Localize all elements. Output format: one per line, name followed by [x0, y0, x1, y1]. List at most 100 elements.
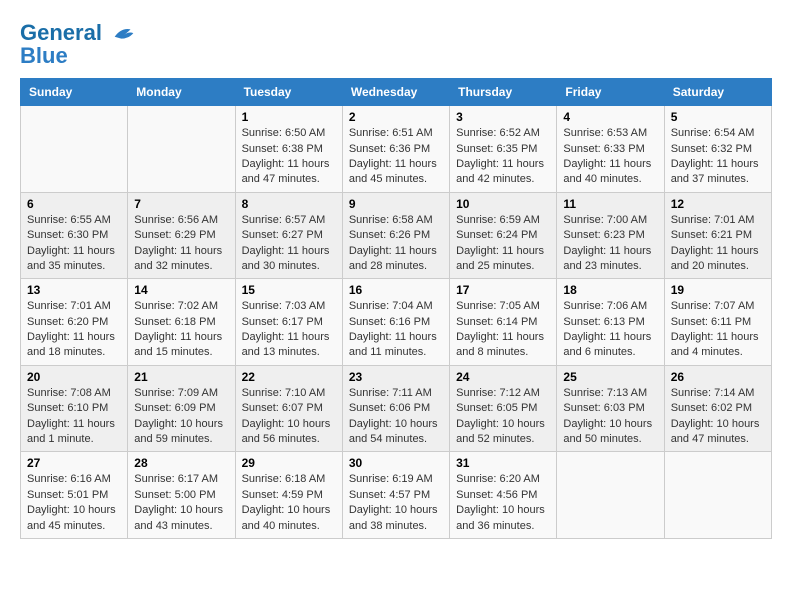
day-info: Sunrise: 7:14 AM Sunset: 6:02 PM Dayligh… [671, 386, 765, 448]
calendar-cell: 11 Sunrise: 7:00 AM Sunset: 6:23 PM Dayli… [557, 192, 664, 279]
column-header-sunday: Sunday [21, 79, 128, 106]
logo-bird-icon [110, 20, 138, 48]
calendar-cell: 18 Sunrise: 7:06 AM Sunset: 6:13 PM Dayli… [557, 279, 664, 366]
day-info: Sunrise: 7:12 AM Sunset: 6:05 PM Dayligh… [456, 386, 550, 448]
column-header-monday: Monday [128, 79, 235, 106]
day-info: Sunrise: 7:13 AM Sunset: 6:03 PM Dayligh… [563, 386, 657, 448]
calendar-week-2: 6 Sunrise: 6:55 AM Sunset: 6:30 PM Daylig… [21, 192, 772, 279]
day-info: Sunrise: 7:07 AM Sunset: 6:11 PM Dayligh… [671, 299, 765, 361]
calendar-week-5: 27Sunrise: 6:16 AM Sunset: 5:01 PM Dayli… [21, 452, 772, 539]
calendar-header-row: SundayMondayTuesdayWednesdayThursdayFrid… [21, 79, 772, 106]
day-info: Sunrise: 7:03 AM Sunset: 6:17 PM Dayligh… [242, 299, 336, 361]
day-info: Sunrise: 6:56 AM Sunset: 6:29 PM Dayligh… [134, 213, 228, 275]
calendar-cell [664, 452, 771, 539]
day-info: Sunrise: 7:01 AM Sunset: 6:20 PM Dayligh… [27, 299, 121, 361]
day-number: 27 [27, 456, 121, 470]
calendar-cell: 2 Sunrise: 6:51 AM Sunset: 6:36 PM Daylig… [342, 106, 449, 193]
day-info: Sunrise: 6:51 AM Sunset: 6:36 PM Dayligh… [349, 126, 443, 188]
calendar-cell: 13 Sunrise: 7:01 AM Sunset: 6:20 PM Dayli… [21, 279, 128, 366]
logo-general: General [20, 20, 102, 45]
logo-blue: Blue [20, 43, 68, 68]
day-number: 22 [242, 370, 336, 384]
calendar-cell: 5 Sunrise: 6:54 AM Sunset: 6:32 PM Daylig… [664, 106, 771, 193]
day-number: 2 [349, 110, 443, 124]
calendar-cell: 9 Sunrise: 6:58 AM Sunset: 6:26 PM Daylig… [342, 192, 449, 279]
calendar-cell: 10 Sunrise: 6:59 AM Sunset: 6:24 PM Dayli… [450, 192, 557, 279]
calendar-cell: 15Sunrise: 7:03 AM Sunset: 6:17 PM Dayli… [235, 279, 342, 366]
day-info: Sunrise: 6:50 AM Sunset: 6:38 PM Dayligh… [242, 126, 336, 188]
calendar-cell: 26Sunrise: 7:14 AM Sunset: 6:02 PM Dayli… [664, 365, 771, 452]
calendar-cell: 29 Sunrise: 6:18 AM Sunset: 4:59 PM Dayli… [235, 452, 342, 539]
column-header-thursday: Thursday [450, 79, 557, 106]
day-info: Sunrise: 6:58 AM Sunset: 6:26 PM Dayligh… [349, 213, 443, 275]
day-number: 25 [563, 370, 657, 384]
calendar-cell: 23 Sunrise: 7:11 AM Sunset: 6:06 PM Dayli… [342, 365, 449, 452]
calendar-cell: 8 Sunrise: 6:57 AM Sunset: 6:27 PM Daylig… [235, 192, 342, 279]
calendar-cell: 7 Sunrise: 6:56 AM Sunset: 6:29 PM Daylig… [128, 192, 235, 279]
calendar-cell: 17Sunrise: 7:05 AM Sunset: 6:14 PM Dayli… [450, 279, 557, 366]
day-info: Sunrise: 6:54 AM Sunset: 6:32 PM Dayligh… [671, 126, 765, 188]
calendar-cell: 25 Sunrise: 7:13 AM Sunset: 6:03 PM Dayli… [557, 365, 664, 452]
calendar-cell: 3 Sunrise: 6:52 AM Sunset: 6:35 PM Daylig… [450, 106, 557, 193]
day-number: 4 [563, 110, 657, 124]
calendar-cell: 30 Sunrise: 6:19 AM Sunset: 4:57 PM Dayli… [342, 452, 449, 539]
day-number: 21 [134, 370, 228, 384]
day-number: 5 [671, 110, 765, 124]
day-number: 16 [349, 283, 443, 297]
calendar-week-4: 20Sunrise: 7:08 AM Sunset: 6:10 PM Dayli… [21, 365, 772, 452]
calendar-cell: 4 Sunrise: 6:53 AM Sunset: 6:33 PM Daylig… [557, 106, 664, 193]
day-number: 7 [134, 197, 228, 211]
calendar-cell: 28Sunrise: 6:17 AM Sunset: 5:00 PM Dayli… [128, 452, 235, 539]
day-number: 19 [671, 283, 765, 297]
day-info: Sunrise: 7:10 AM Sunset: 6:07 PM Dayligh… [242, 386, 336, 448]
calendar-cell: 1 Sunrise: 6:50 AM Sunset: 6:38 PM Daylig… [235, 106, 342, 193]
day-info: Sunrise: 7:00 AM Sunset: 6:23 PM Dayligh… [563, 213, 657, 275]
day-info: Sunrise: 6:19 AM Sunset: 4:57 PM Dayligh… [349, 472, 443, 534]
day-info: Sunrise: 6:55 AM Sunset: 6:30 PM Dayligh… [27, 213, 121, 275]
day-number: 8 [242, 197, 336, 211]
calendar-week-3: 13 Sunrise: 7:01 AM Sunset: 6:20 PM Dayli… [21, 279, 772, 366]
day-number: 18 [563, 283, 657, 297]
calendar-cell: 6 Sunrise: 6:55 AM Sunset: 6:30 PM Daylig… [21, 192, 128, 279]
day-number: 29 [242, 456, 336, 470]
day-number: 13 [27, 283, 121, 297]
column-header-wednesday: Wednesday [342, 79, 449, 106]
calendar-cell: 16Sunrise: 7:04 AM Sunset: 6:16 PM Dayli… [342, 279, 449, 366]
calendar-cell: 24 Sunrise: 7:12 AM Sunset: 6:05 PM Dayli… [450, 365, 557, 452]
day-number: 14 [134, 283, 228, 297]
calendar-cell [128, 106, 235, 193]
day-info: Sunrise: 7:06 AM Sunset: 6:13 PM Dayligh… [563, 299, 657, 361]
day-number: 10 [456, 197, 550, 211]
day-info: Sunrise: 6:18 AM Sunset: 4:59 PM Dayligh… [242, 472, 336, 534]
day-number: 12 [671, 197, 765, 211]
calendar-cell: 14Sunrise: 7:02 AM Sunset: 6:18 PM Dayli… [128, 279, 235, 366]
calendar-cell: 12 Sunrise: 7:01 AM Sunset: 6:21 PM Dayli… [664, 192, 771, 279]
day-info: Sunrise: 7:08 AM Sunset: 6:10 PM Dayligh… [27, 386, 121, 448]
logo: General Blue [20, 20, 138, 68]
day-info: Sunrise: 6:52 AM Sunset: 6:35 PM Dayligh… [456, 126, 550, 188]
calendar-cell: 20Sunrise: 7:08 AM Sunset: 6:10 PM Dayli… [21, 365, 128, 452]
day-number: 17 [456, 283, 550, 297]
day-number: 11 [563, 197, 657, 211]
day-number: 23 [349, 370, 443, 384]
day-number: 6 [27, 197, 121, 211]
calendar-cell: 21 Sunrise: 7:09 AM Sunset: 6:09 PM Dayli… [128, 365, 235, 452]
calendar-cell: 19 Sunrise: 7:07 AM Sunset: 6:11 PM Dayli… [664, 279, 771, 366]
day-number: 1 [242, 110, 336, 124]
day-number: 30 [349, 456, 443, 470]
day-number: 31 [456, 456, 550, 470]
day-info: Sunrise: 7:09 AM Sunset: 6:09 PM Dayligh… [134, 386, 228, 448]
day-info: Sunrise: 6:59 AM Sunset: 6:24 PM Dayligh… [456, 213, 550, 275]
calendar-cell: 22 Sunrise: 7:10 AM Sunset: 6:07 PM Dayli… [235, 365, 342, 452]
calendar-cell: 27Sunrise: 6:16 AM Sunset: 5:01 PM Dayli… [21, 452, 128, 539]
day-info: Sunrise: 7:01 AM Sunset: 6:21 PM Dayligh… [671, 213, 765, 275]
day-info: Sunrise: 6:20 AM Sunset: 4:56 PM Dayligh… [456, 472, 550, 534]
day-number: 3 [456, 110, 550, 124]
column-header-friday: Friday [557, 79, 664, 106]
day-number: 24 [456, 370, 550, 384]
day-info: Sunrise: 7:11 AM Sunset: 6:06 PM Dayligh… [349, 386, 443, 448]
day-number: 9 [349, 197, 443, 211]
day-info: Sunrise: 6:57 AM Sunset: 6:27 PM Dayligh… [242, 213, 336, 275]
day-info: Sunrise: 6:53 AM Sunset: 6:33 PM Dayligh… [563, 126, 657, 188]
calendar-cell: 31 Sunrise: 6:20 AM Sunset: 4:56 PM Dayli… [450, 452, 557, 539]
